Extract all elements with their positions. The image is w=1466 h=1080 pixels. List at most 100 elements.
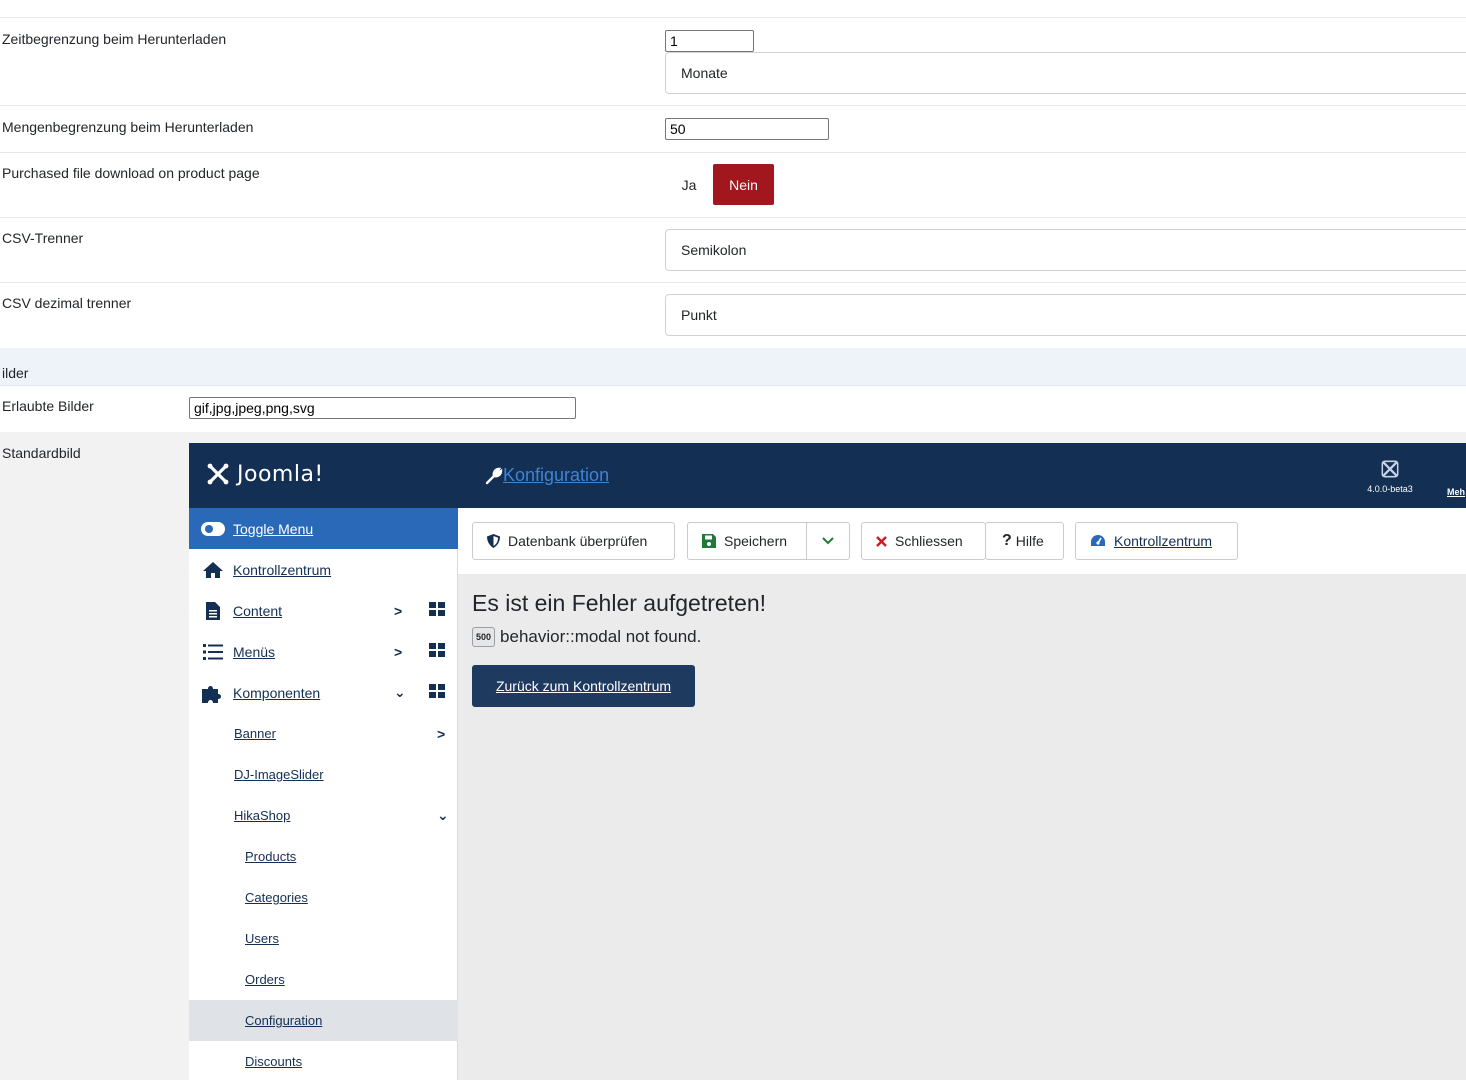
chevron-down-icon — [822, 537, 834, 545]
error-title: Es ist ein Fehler aufgetreten! — [472, 590, 767, 616]
toggle-yes-button[interactable]: Ja — [665, 164, 713, 205]
csv-separator-select[interactable]: Semikolon — [665, 229, 1466, 271]
sidebar-item-content[interactable]: Content > — [189, 590, 458, 631]
list-icon — [201, 642, 225, 662]
back-to-dashboard-label: Zurück zum Kontrollzentrum — [495, 678, 672, 694]
page-title-link[interactable]: Konfiguration — [503, 465, 609, 486]
sidebar-categories-label: Categories — [245, 890, 308, 905]
images-section-heading: ilder — [0, 348, 1466, 386]
sidebar-users-label: Users — [245, 931, 279, 946]
help-label: Hilfe — [1015, 533, 1044, 549]
csv-decimal-value: Punkt — [681, 307, 717, 323]
help-button[interactable]: ? Hilfe — [985, 522, 1064, 560]
close-label: Schliessen — [895, 533, 963, 549]
download-time-label: Zeitbegrenzung beim Herunterladen — [2, 31, 227, 47]
joomla-small-icon — [1381, 460, 1399, 478]
default-image-label: Standardbild — [2, 445, 81, 461]
csv-separator-value: Semikolon — [681, 242, 747, 258]
download-time-unit-value: Monate — [681, 65, 728, 81]
dashboard-grid-icon[interactable] — [429, 684, 445, 701]
sidebar-item-djslider[interactable]: DJ-ImageSlider — [189, 754, 458, 795]
sidebar-item-banner[interactable]: Banner > — [189, 713, 458, 754]
error-code-badge: 500 — [472, 627, 496, 647]
sidebar-banner-label: Banner — [234, 726, 276, 741]
sidebar-products-label: Products — [245, 849, 297, 864]
sidebar-dashboard-label: Kontrollzentrum — [233, 561, 332, 578]
sidebar-item-menus[interactable]: Menüs > — [189, 631, 458, 672]
joomla-header: Joomla! Konfiguration 4.0.0-beta3 Meh — [189, 443, 1466, 508]
download-time-input[interactable] — [665, 30, 754, 52]
chevron-down-icon[interactable]: ⌄ — [394, 684, 406, 701]
sidebar-item-discounts[interactable]: Discounts — [189, 1041, 458, 1080]
more-link[interactable]: Meh — [1447, 487, 1465, 497]
sidebar-item-users[interactable]: Users — [189, 918, 458, 959]
dashboard-button-label: Kontrollzentrum — [1114, 533, 1213, 549]
allowed-images-label: Erlaubte Bilder — [2, 398, 94, 414]
sidebar-hikashop-label: HikaShop — [234, 808, 291, 823]
check-database-button[interactable]: Datenbank überprüfen — [472, 522, 675, 560]
download-limit-input[interactable] — [665, 118, 829, 140]
joomla-version-text: 4.0.0-beta3 — [1367, 484, 1413, 494]
purchased-download-label: Purchased file download on product page — [2, 165, 260, 181]
question-icon: ? — [1002, 532, 1012, 549]
chevron-down-icon[interactable]: ⌄ — [437, 807, 449, 824]
toggle-no-button[interactable]: Nein — [713, 164, 774, 205]
save-icon — [702, 534, 716, 548]
sidebar-toggle-menu-label: Toggle Menu — [233, 520, 314, 537]
dashboard-button[interactable]: Kontrollzentrum — [1075, 522, 1238, 560]
sidebar-item-categories[interactable]: Categories — [189, 877, 458, 918]
download-time-unit-select[interactable]: Monate — [665, 52, 1466, 94]
chevron-right-icon[interactable]: > — [394, 644, 402, 660]
close-icon — [876, 535, 887, 547]
sidebar-item-dashboard[interactable]: Kontrollzentrum — [189, 549, 458, 590]
allowed-images-input[interactable] — [189, 397, 576, 419]
csv-decimal-label: CSV dezimal trenner — [2, 295, 132, 311]
sidebar-item-configuration[interactable]: Configuration — [189, 1000, 458, 1041]
page-title: Konfiguration — [485, 465, 609, 486]
home-icon — [201, 560, 225, 580]
chevron-right-icon[interactable]: > — [394, 603, 402, 619]
csv-separator-label: CSV-Trenner — [2, 230, 84, 246]
joomla-sidebar: Toggle Menu Kontrollzentrum Content > Me… — [189, 508, 458, 1080]
error-message: 500 behavior::modal not found. — [472, 627, 701, 647]
sidebar-components-label: Komponenten — [233, 684, 321, 701]
sidebar-item-hikashop[interactable]: HikaShop ⌄ — [189, 795, 458, 836]
save-button[interactable]: Speichern — [687, 522, 807, 560]
images-section-title: ilder — [2, 365, 29, 381]
sidebar-content-label: Content — [233, 602, 283, 619]
joomla-toolbar: Datenbank überprüfen Speichern Schliesse… — [458, 508, 1466, 574]
check-database-label: Datenbank überprüfen — [508, 533, 648, 549]
joomla-embedded-frame: Joomla! Konfiguration 4.0.0-beta3 Meh To — [189, 443, 1466, 1080]
sidebar-configuration-label: Configuration — [245, 1013, 323, 1028]
dashboard-grid-icon[interactable] — [429, 643, 445, 660]
dashboard-grid-icon[interactable] — [429, 602, 445, 619]
shield-icon — [487, 534, 500, 548]
save-dropdown-button[interactable] — [806, 522, 850, 560]
wrench-icon — [485, 467, 503, 484]
gauge-icon — [1090, 534, 1106, 548]
sidebar-item-orders[interactable]: Orders — [189, 959, 458, 1000]
sidebar-orders-label: Orders — [245, 972, 285, 987]
sidebar-toggle-menu[interactable]: Toggle Menu — [189, 508, 458, 549]
csv-decimal-select[interactable]: Punkt — [665, 294, 1466, 336]
file-icon — [201, 601, 225, 621]
joomla-logo[interactable]: Joomla! — [205, 461, 324, 487]
download-limit-label: Mengenbegrenzung beim Herunterladen — [2, 119, 254, 135]
chevron-right-icon[interactable]: > — [437, 726, 445, 742]
sidebar-item-products[interactable]: Products — [189, 836, 458, 877]
back-to-dashboard-button[interactable]: Zurück zum Kontrollzentrum — [472, 665, 695, 707]
toggle-icon — [201, 519, 225, 539]
sidebar-menus-label: Menüs — [233, 643, 276, 660]
sidebar-djslider-label: DJ-ImageSlider — [234, 767, 324, 782]
joomla-version[interactable]: 4.0.0-beta3 — [1365, 459, 1415, 494]
toggle-yes-label: Ja — [681, 176, 697, 193]
close-button[interactable]: Schliessen — [861, 522, 986, 560]
sidebar-discounts-label: Discounts — [245, 1054, 303, 1069]
puzzle-icon — [201, 683, 225, 703]
sidebar-item-components[interactable]: Komponenten ⌄ — [189, 672, 458, 713]
error-message-text: behavior::modal not found. — [500, 627, 702, 646]
joomla-logo-text: Joomla! — [237, 461, 324, 487]
joomla-logo-icon — [207, 463, 229, 485]
save-label: Speichern — [724, 533, 788, 549]
toggle-no-label: Nein — [729, 176, 758, 193]
